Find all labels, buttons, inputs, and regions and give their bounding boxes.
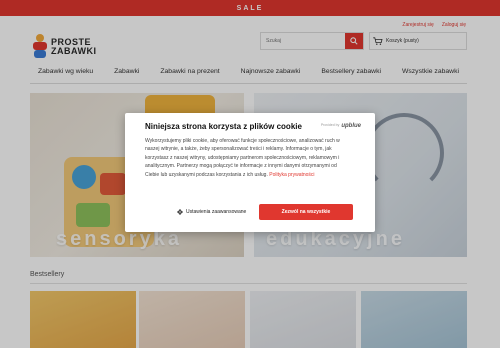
provided-by-label: Provided by [320, 123, 340, 127]
privacy-policy-link[interactable]: Polityka prywatności [269, 172, 314, 178]
cookie-actions: Ustawienia zaawansowane Zezwól na wszyst… [145, 204, 361, 220]
provider-badge: Provided by upblue [321, 123, 361, 129]
gear-icon [177, 209, 183, 215]
advanced-settings-button[interactable]: Ustawienia zaawansowane [177, 209, 246, 215]
advanced-settings-label: Ustawienia zaawansowane [186, 209, 247, 215]
provider-logo: upblue [341, 123, 361, 129]
cookie-consent-dialog: Niniejsza strona korzysta z plików cooki… [125, 113, 375, 232]
cookie-dialog-text: Wykorzystujemy pliki cookie, aby oferowa… [145, 137, 351, 179]
accept-all-button[interactable]: Zezwól na wszystkie [259, 204, 353, 220]
